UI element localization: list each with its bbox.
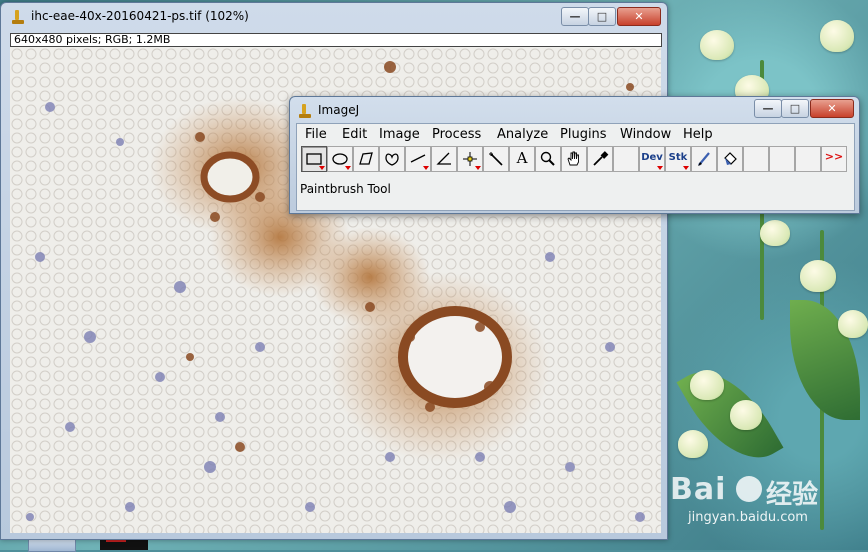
maximize-icon: □ bbox=[789, 102, 801, 115]
status-text: Paintbrush Tool bbox=[300, 182, 391, 196]
imagej-window-title: ImageJ bbox=[318, 103, 360, 117]
image-info: 640x480 pixels; RGB; 1.2MB bbox=[14, 33, 171, 46]
image-window[interactable]: ihc-eae-40x-20160421-ps.tif (102%) — □ ✕… bbox=[0, 2, 668, 540]
menu-file[interactable]: File bbox=[305, 127, 327, 142]
paw-icon bbox=[736, 476, 762, 502]
dropdown-indicator-icon bbox=[423, 166, 429, 170]
flower bbox=[820, 20, 854, 52]
close-icon: ✕ bbox=[827, 102, 837, 115]
oval-tool[interactable] bbox=[327, 146, 353, 172]
flood-fill-icon bbox=[718, 147, 742, 171]
dropdown-indicator-icon bbox=[657, 166, 663, 170]
flower bbox=[838, 310, 868, 338]
freehand-tool[interactable] bbox=[379, 146, 405, 172]
menu-plugins[interactable]: Plugins bbox=[560, 127, 607, 142]
flower bbox=[800, 260, 836, 292]
empty-tool-slot bbox=[769, 146, 795, 172]
menu-analyze[interactable]: Analyze bbox=[497, 127, 548, 142]
minimize-button[interactable]: — bbox=[561, 7, 589, 26]
maximize-button[interactable]: □ bbox=[588, 7, 616, 26]
more-tools-button[interactable]: >> bbox=[821, 146, 847, 172]
polygon-tool[interactable] bbox=[353, 146, 379, 172]
imagej-microscope-icon bbox=[11, 9, 25, 25]
close-button[interactable]: ✕ bbox=[617, 7, 661, 26]
hand-icon bbox=[562, 147, 586, 171]
menu-process[interactable]: Process bbox=[432, 127, 481, 142]
dropdown-indicator-icon bbox=[345, 166, 351, 170]
rectangle-tool[interactable] bbox=[301, 146, 327, 172]
flower bbox=[678, 430, 708, 458]
image-info-bar: 640x480 pixels; RGB; 1.2MB bbox=[10, 33, 662, 47]
menu-window[interactable]: Window bbox=[620, 127, 671, 142]
minimize-icon: — bbox=[762, 102, 774, 115]
flower bbox=[690, 370, 724, 400]
freehand-icon bbox=[380, 147, 404, 171]
image-window-title: ihc-eae-40x-20160421-ps.tif (102%) bbox=[31, 9, 249, 23]
developer-menu-tool[interactable]: Dev bbox=[639, 146, 665, 172]
flood-fill-tool[interactable] bbox=[717, 146, 743, 172]
line-tool[interactable] bbox=[405, 146, 431, 172]
watermark-logo: Bai bbox=[670, 472, 727, 507]
close-button[interactable]: ✕ bbox=[810, 99, 854, 118]
paintbrush-tool[interactable] bbox=[691, 146, 717, 172]
maximize-icon: □ bbox=[596, 10, 608, 23]
empty-tool-slot bbox=[743, 146, 769, 172]
more-tools-icon: >> bbox=[824, 150, 844, 163]
text-icon: A bbox=[516, 149, 528, 167]
maximize-button[interactable]: □ bbox=[781, 99, 809, 118]
dev-icon: Dev bbox=[641, 152, 663, 163]
angle-icon bbox=[432, 147, 456, 171]
magnifier-icon bbox=[536, 147, 560, 171]
minimize-button[interactable]: — bbox=[754, 99, 782, 118]
hand-tool[interactable] bbox=[561, 146, 587, 172]
dropper-tool[interactable] bbox=[587, 146, 613, 172]
angle-tool[interactable] bbox=[431, 146, 457, 172]
dropdown-indicator-icon bbox=[475, 166, 481, 170]
imagej-body: File Edit Image Process Analyze Plugins … bbox=[296, 123, 855, 211]
stack-menu-tool[interactable]: Stk bbox=[665, 146, 691, 172]
empty-tool-slot bbox=[795, 146, 821, 172]
dropper-icon bbox=[588, 147, 612, 171]
baidu-watermark: Bai 经验 jingyan.baidu.com bbox=[670, 472, 850, 532]
minimize-icon: — bbox=[569, 10, 581, 23]
point-tool[interactable] bbox=[457, 146, 483, 172]
text-tool[interactable]: A bbox=[509, 146, 535, 172]
wand-icon bbox=[484, 147, 508, 171]
dropdown-indicator-icon bbox=[319, 166, 325, 170]
flower bbox=[760, 220, 790, 246]
watermark-text: 经验 bbox=[766, 480, 819, 510]
menu-image[interactable]: Image bbox=[379, 127, 420, 142]
dropdown-indicator-icon bbox=[683, 166, 689, 170]
image-window-titlebar[interactable]: ihc-eae-40x-20160421-ps.tif (102%) — □ ✕ bbox=[1, 3, 667, 31]
paintbrush-icon bbox=[692, 147, 716, 171]
wand-tool[interactable] bbox=[483, 146, 509, 172]
imagej-window[interactable]: ImageJ — □ ✕ File Edit Image Process Ana… bbox=[289, 96, 860, 214]
menu-bar: File Edit Image Process Analyze Plugins … bbox=[297, 124, 854, 144]
menu-help[interactable]: Help bbox=[683, 127, 713, 142]
imagej-microscope-icon bbox=[298, 103, 312, 119]
empty-tool-slot bbox=[613, 146, 639, 172]
menu-edit[interactable]: Edit bbox=[342, 127, 367, 142]
magnifier-tool[interactable] bbox=[535, 146, 561, 172]
polygon-icon bbox=[354, 147, 378, 171]
flower bbox=[730, 400, 762, 430]
flower bbox=[700, 30, 734, 60]
close-icon: ✕ bbox=[634, 10, 644, 23]
watermark-url: jingyan.baidu.com bbox=[688, 510, 808, 525]
stk-icon: Stk bbox=[668, 152, 688, 163]
